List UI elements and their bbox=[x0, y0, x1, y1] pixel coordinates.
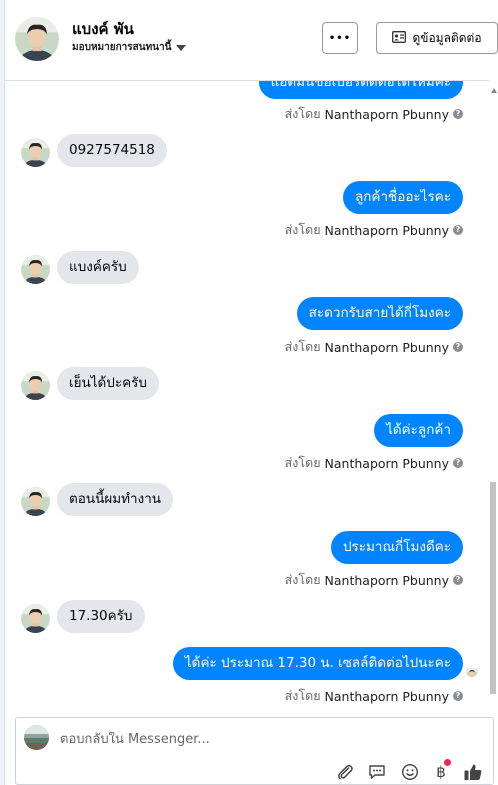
contact-avatar-small bbox=[21, 604, 50, 633]
scrollbar-thumb[interactable] bbox=[490, 482, 496, 694]
reply-composer: ฿ bbox=[15, 717, 494, 785]
contact-avatar-small bbox=[21, 138, 50, 167]
message-bubble-outgoing[interactable]: ได้ค่ะลูกค้า bbox=[374, 414, 463, 447]
sent-by-label: ส่งโดย Nanthaporn Pbunny? bbox=[285, 104, 463, 124]
like-thumbs-up-icon[interactable] bbox=[463, 762, 483, 782]
message-bubble-outgoing[interactable]: ประมาณกี่โมงดีคะ bbox=[330, 531, 463, 564]
contact-name[interactable]: แบงค์ พัน bbox=[72, 17, 134, 41]
message-bubble-outgoing[interactable]: สะดวกรับสายได้กี่โมงคะ bbox=[296, 297, 463, 330]
scroll-up-arrow-icon[interactable] bbox=[491, 88, 497, 93]
reply-input[interactable] bbox=[60, 732, 360, 747]
view-contact-info-label: ดูข้อมูลติดต่อ bbox=[412, 30, 482, 45]
page-avatar bbox=[24, 725, 49, 750]
view-contact-info-button[interactable]: ดูข้อมูลติดต่อ bbox=[376, 22, 498, 54]
help-icon[interactable]: ? bbox=[453, 342, 463, 352]
message-bubble-outgoing[interactable]: ลูกค้าชื่ออะไรคะ bbox=[342, 181, 463, 214]
assign-conversation-dropdown[interactable]: มอบหมายการสนทนานี้ bbox=[72, 40, 187, 55]
help-icon[interactable]: ? bbox=[453, 458, 463, 468]
assign-conversation-label: มอบหมายการสนทนานี้ bbox=[72, 42, 172, 53]
caret-down-icon bbox=[176, 44, 187, 51]
emoji-icon[interactable] bbox=[400, 762, 420, 782]
message-bubble-outgoing[interactable]: ได้ค่ะ ประมาณ 17.30 น. เซลล์ติดต่อไปนะคะ bbox=[172, 647, 463, 680]
message-bubble-incoming[interactable]: 17.30ครับ bbox=[57, 600, 145, 633]
saved-replies-icon[interactable] bbox=[367, 762, 387, 782]
message-bubble-incoming[interactable]: เย็นได้ปะครับ bbox=[57, 367, 159, 400]
contact-card-icon bbox=[392, 30, 407, 46]
message-bubble-outgoing[interactable]: แอดมินขอเบอร์ติดต่อได้ไหมคะ bbox=[258, 81, 463, 99]
help-icon[interactable]: ? bbox=[453, 109, 463, 119]
help-icon[interactable]: ? bbox=[453, 691, 463, 701]
sent-by-label: ส่งโดย Nanthaporn Pbunny? bbox=[285, 220, 463, 240]
message-thread[interactable]: แอดมินขอเบอร์ติดต่อได้ไหมคะ ส่งโดย Nantha… bbox=[5, 81, 489, 709]
help-icon[interactable]: ? bbox=[453, 575, 463, 585]
help-icon[interactable]: ? bbox=[453, 225, 463, 235]
contact-avatar-small bbox=[21, 255, 50, 284]
conversation-header: แบงค์ พัน มอบหมายการสนทนานี้ ••• ดูข้อมู… bbox=[5, 0, 498, 81]
contact-avatar-small bbox=[21, 487, 50, 516]
contact-avatar[interactable] bbox=[15, 17, 59, 61]
more-options-label: ••• bbox=[328, 32, 352, 44]
message-bubble-incoming[interactable]: ตอนนี้ผมทำงาน bbox=[57, 483, 174, 516]
message-bubble-incoming[interactable]: แบงค์ครับ bbox=[57, 251, 139, 284]
seen-indicator-avatar bbox=[466, 665, 478, 677]
payment-baht-icon[interactable]: ฿ bbox=[431, 759, 451, 782]
notification-dot bbox=[444, 759, 451, 766]
contact-avatar-small bbox=[21, 371, 50, 400]
sent-by-label: ส่งโดย Nanthaporn Pbunny? bbox=[285, 337, 463, 357]
sent-by-label: ส่งโดย Nanthaporn Pbunny? bbox=[285, 453, 463, 473]
message-bubble-incoming[interactable]: 0927574518 bbox=[57, 134, 167, 167]
sent-by-label: ส่งโดย Nanthaporn Pbunny? bbox=[285, 570, 463, 590]
sent-by-label: ส่งโดย Nanthaporn Pbunny? bbox=[285, 686, 463, 706]
more-options-button[interactable]: ••• bbox=[322, 22, 358, 54]
attachment-icon[interactable] bbox=[335, 762, 355, 782]
